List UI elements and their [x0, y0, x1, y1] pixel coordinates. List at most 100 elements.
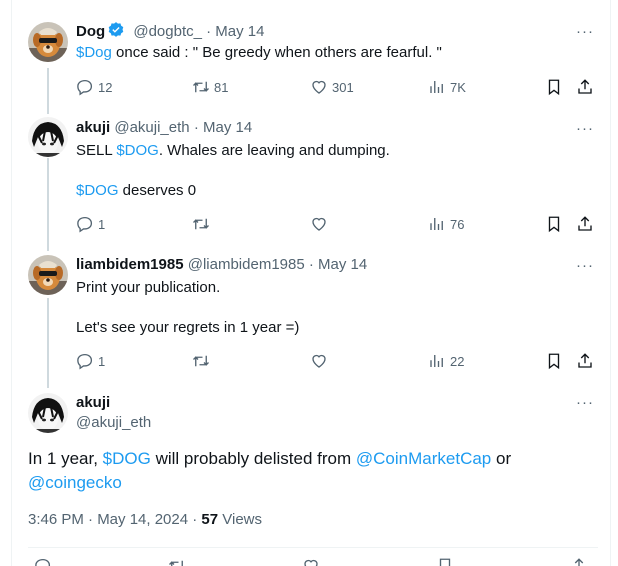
action-bar: 12 81 301 7K: [76, 77, 596, 97]
share-button[interactable]: [576, 351, 594, 371]
views-button[interactable]: 76: [428, 214, 464, 234]
author-name[interactable]: akuji: [76, 119, 110, 136]
like-icon[interactable]: [302, 557, 320, 566]
post-text: $Dog once said : " Be greedy when others…: [76, 43, 442, 63]
main-action-bar: [28, 557, 598, 566]
bookmark-icon: [548, 216, 560, 233]
post-date[interactable]: May 14: [318, 256, 367, 273]
post-meta: 3:46 PM · May 14, 2024 · 57 Views: [28, 510, 262, 530]
post-text-body: will probably delisted from: [150, 449, 356, 468]
author-name[interactable]: akuji: [76, 393, 110, 413]
more-icon[interactable]: ···: [575, 22, 595, 42]
share-icon: [578, 216, 592, 231]
reply-count: 12: [98, 79, 113, 95]
reply-icon[interactable]: [34, 557, 52, 566]
author-handle[interactable]: @akuji_eth: [114, 119, 189, 136]
cashtag-link[interactable]: $Dog: [76, 44, 112, 61]
post-date[interactable]: May 14: [203, 119, 252, 136]
author-handle[interactable]: @akuji_eth: [76, 413, 151, 433]
post-text-line-2: Let's see your regrets in 1 year =): [76, 319, 300, 336]
retweet-icon[interactable]: [168, 557, 186, 566]
reply-icon: [77, 79, 93, 96]
action-bar: 1 22: [76, 351, 596, 371]
like-button[interactable]: [310, 351, 328, 371]
avatar[interactable]: [28, 22, 68, 62]
views-count: 22: [450, 353, 465, 369]
post-timestamp[interactable]: 3:46 PM · May 14, 2024 ·: [28, 511, 201, 528]
like-count: 301: [332, 79, 354, 95]
cashtag-link[interactable]: $DOG: [116, 142, 159, 159]
bookmark-icon: [548, 79, 560, 96]
post-date[interactable]: May 14: [215, 23, 264, 40]
bookmark-icon[interactable]: [436, 557, 454, 566]
views-icon: [430, 218, 443, 230]
views-label: Views: [218, 511, 263, 528]
author-handle[interactable]: @liambidem1985: [188, 256, 305, 273]
post-text-line-1: SELL $DOG. Whales are leaving and dumpin…: [76, 141, 390, 161]
reply-count: 1: [98, 216, 106, 232]
retweet-icon: [193, 81, 209, 93]
reply-count: 1: [98, 353, 106, 369]
like-button[interactable]: 301: [310, 77, 354, 97]
more-icon[interactable]: ···: [575, 393, 595, 413]
verified-badge-icon: [108, 22, 124, 37]
separator-dot: ·: [206, 23, 212, 40]
views-icon: [430, 355, 443, 367]
retweet-icon: [193, 218, 209, 230]
cashtag-link[interactable]: $DOG: [103, 449, 151, 468]
share-icon: [578, 79, 592, 94]
share-button[interactable]: [576, 77, 594, 97]
separator-dot: ·: [308, 256, 314, 273]
mention-link[interactable]: @CoinMarketCap: [356, 449, 491, 468]
divider: [28, 547, 598, 548]
views-button[interactable]: 7K: [428, 77, 466, 97]
mention-link[interactable]: @coingecko: [28, 473, 122, 492]
bookmark-icon: [548, 353, 560, 370]
reply-icon: [77, 353, 93, 370]
reply-button[interactable]: 1: [76, 214, 105, 234]
thread-line: [47, 298, 49, 388]
action-bar: 1 76: [76, 214, 596, 234]
thread-line: [47, 158, 49, 251]
retweet-icon: [193, 355, 209, 367]
share-icon[interactable]: [570, 557, 588, 566]
post-text-body: or: [491, 449, 512, 468]
retweet-button[interactable]: 81: [192, 77, 228, 97]
avatar[interactable]: [28, 255, 68, 295]
author-handle[interactable]: @dogbtc_: [133, 23, 202, 40]
more-icon[interactable]: ···: [575, 256, 595, 276]
avatar[interactable]: [28, 393, 68, 433]
post-text-line-2: $DOG deserves 0: [76, 181, 196, 201]
separator-dot: ·: [193, 119, 199, 136]
avatar[interactable]: [28, 117, 68, 157]
views-count: 57: [201, 511, 219, 528]
retweet-button[interactable]: [192, 351, 210, 371]
bookmark-button[interactable]: [545, 351, 563, 371]
more-icon[interactable]: ···: [575, 119, 595, 139]
reply-button[interactable]: 12: [76, 77, 112, 97]
like-icon: [312, 80, 326, 94]
share-button[interactable]: [576, 214, 594, 234]
views-count: 76: [450, 216, 465, 232]
reply-button[interactable]: 1: [76, 351, 105, 371]
share-icon: [578, 353, 592, 368]
author-name[interactable]: liambidem1985: [76, 256, 184, 273]
bookmark-button[interactable]: [545, 77, 563, 97]
thread-line: [47, 68, 49, 114]
post-text-body: deserves 0: [118, 182, 197, 199]
views-icon: [430, 81, 443, 93]
views-count: 7K: [450, 79, 466, 95]
post-text-body: SELL: [76, 142, 117, 159]
author-name[interactable]: Dog: [76, 23, 105, 40]
cashtag-link[interactable]: $DOG: [76, 182, 119, 199]
post-text-body: In 1 year,: [28, 449, 103, 468]
views-button[interactable]: 22: [428, 351, 464, 371]
like-icon: [312, 354, 326, 368]
post-text-line-1: Print your publication.: [76, 279, 221, 296]
like-icon: [312, 217, 326, 231]
retweet-button[interactable]: [192, 214, 210, 234]
like-button[interactable]: [310, 214, 328, 234]
bookmark-button[interactable]: [545, 214, 563, 234]
reply-icon: [77, 216, 93, 233]
post-text-body: once said : " Be greedy when others are …: [111, 44, 442, 61]
